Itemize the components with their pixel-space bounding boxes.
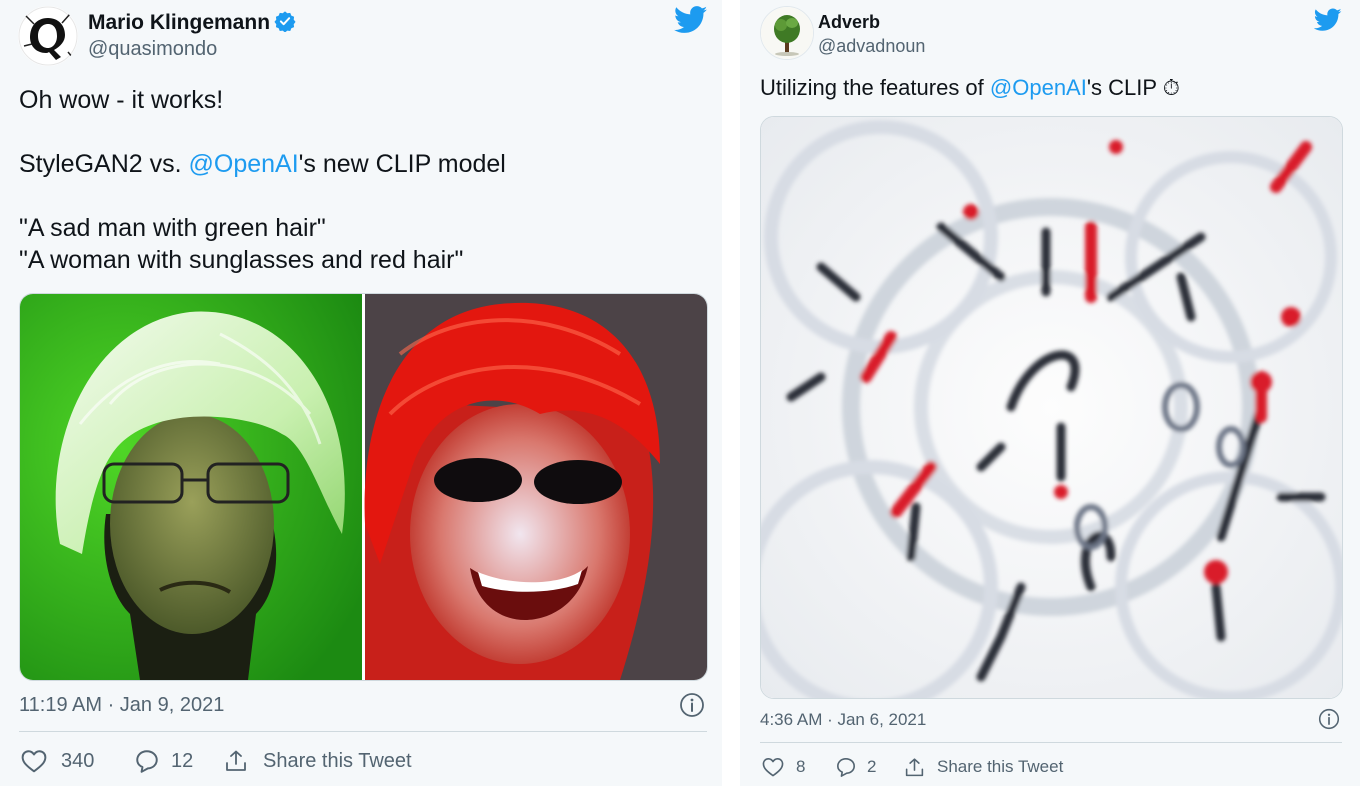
- divider: [19, 731, 707, 732]
- like-count: 8: [796, 757, 806, 776]
- heart-icon: [21, 749, 47, 773]
- reply-button[interactable]: 12: [134, 746, 193, 776]
- share-label: Share this Tweet: [263, 749, 412, 772]
- tweet-timestamp[interactable]: 4:36 AM · Jan 6, 2021: [760, 710, 926, 730]
- author-handle[interactable]: @quasimondo: [88, 38, 217, 61]
- author-handle[interactable]: @advadnoun: [818, 36, 925, 57]
- reply-icon: [835, 757, 857, 777]
- twitter-bird-icon[interactable]: [673, 6, 708, 39]
- share-icon: [904, 757, 925, 778]
- twitter-bird-icon[interactable]: [1313, 8, 1342, 37]
- tweet-media[interactable]: [19, 293, 708, 681]
- tweet-text-segment: Utilizing the features of: [760, 75, 990, 100]
- tweet-text-line-1: Oh wow - it works!: [19, 86, 224, 114]
- reply-icon: [134, 749, 160, 773]
- reply-count: 2: [867, 757, 877, 776]
- mention-link[interactable]: @OpenAI: [990, 75, 1087, 100]
- share-button[interactable]: Share this Tweet: [904, 754, 1063, 780]
- tweet-media[interactable]: [760, 116, 1343, 699]
- share-icon: [224, 749, 248, 773]
- tweet-text-segment: 's CLIP ⏱: [1086, 75, 1180, 100]
- tweet-text-line-4: "A woman with sunglasses and red hair": [19, 246, 464, 274]
- tweet-text: Utilizing the features of @OpenAI's CLIP…: [760, 75, 1180, 101]
- author-name-text: Mario Klingemann: [88, 11, 271, 34]
- tweet-card-quasimondo: Mario Klingemann @quasimondo Oh wow - it…: [0, 0, 722, 786]
- mention-link[interactable]: @OpenAI: [189, 150, 299, 178]
- tweet-text-segment: StyleGAN2 vs.: [19, 150, 189, 178]
- share-button[interactable]: Share this Tweet: [224, 746, 412, 776]
- info-icon[interactable]: [679, 692, 705, 723]
- like-button[interactable]: 340: [21, 746, 94, 776]
- tweet-text-segment: 's new CLIP model: [298, 150, 506, 178]
- share-label: Share this Tweet: [937, 757, 1064, 776]
- tweet-timestamp[interactable]: 11:19 AM · Jan 9, 2021: [19, 694, 224, 717]
- verified-badge-icon: [274, 10, 296, 38]
- media-image-clocks: [761, 117, 1342, 698]
- heart-icon: [762, 757, 784, 777]
- like-count: 340: [61, 749, 95, 772]
- avatar[interactable]: [760, 6, 814, 60]
- reply-count: 12: [171, 749, 194, 772]
- avatar[interactable]: [18, 6, 78, 66]
- author-name[interactable]: Adverb: [818, 12, 880, 33]
- tweet-text-line-2: StyleGAN2 vs. @OpenAI's new CLIP model: [19, 150, 506, 179]
- author-name[interactable]: Mario Klingemann: [88, 10, 296, 38]
- like-button[interactable]: 8: [762, 754, 805, 780]
- divider: [760, 742, 1342, 743]
- info-icon[interactable]: [1318, 708, 1340, 735]
- media-images: [20, 294, 707, 680]
- tweet-card-advadnoun: Adverb @advadnoun Utilizing the features…: [740, 0, 1360, 786]
- reply-button[interactable]: 2: [835, 754, 876, 780]
- tweet-text-line-3: "A sad man with green hair": [19, 214, 326, 242]
